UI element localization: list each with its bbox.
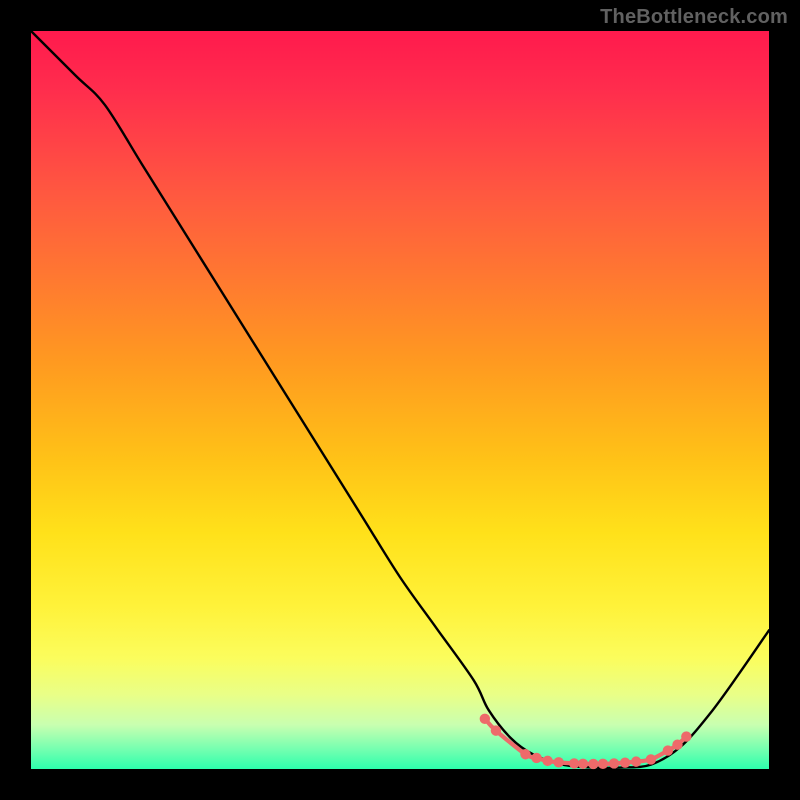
data-point	[681, 731, 691, 741]
data-point	[542, 756, 552, 766]
main-curve	[31, 31, 769, 768]
attribution-label: TheBottleneck.com	[600, 6, 788, 29]
data-point	[531, 753, 541, 763]
data-point	[553, 757, 563, 767]
data-point	[663, 745, 673, 755]
data-point	[598, 759, 608, 769]
data-point	[672, 739, 682, 749]
data-point	[491, 725, 501, 735]
data-point	[620, 758, 630, 768]
data-point	[646, 754, 656, 764]
data-point	[588, 759, 598, 769]
data-point	[578, 759, 588, 769]
data-point	[569, 758, 579, 768]
data-point	[631, 756, 641, 766]
plot-area	[31, 31, 769, 769]
data-point	[609, 758, 619, 768]
chart-svg	[31, 31, 769, 769]
chart-frame: TheBottleneck.com	[0, 0, 800, 800]
data-point	[520, 749, 530, 759]
data-point	[480, 714, 490, 724]
